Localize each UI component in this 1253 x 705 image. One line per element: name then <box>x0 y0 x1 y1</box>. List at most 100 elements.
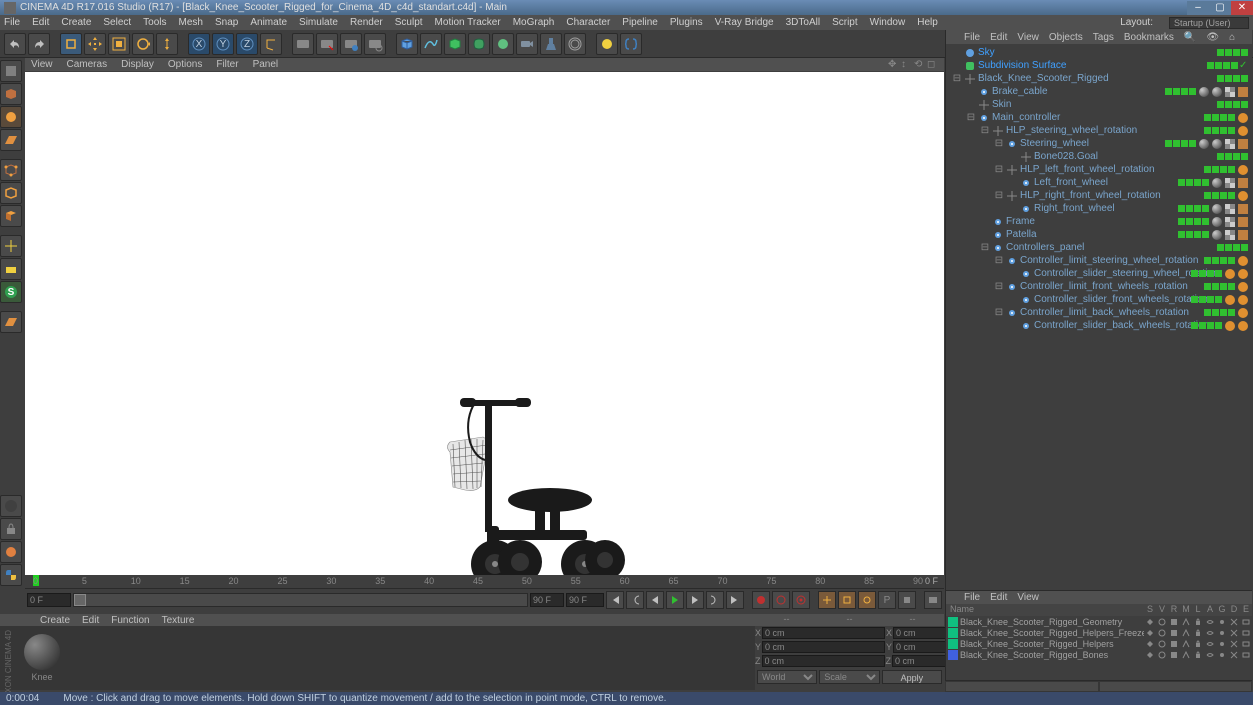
move-button[interactable] <box>84 33 106 55</box>
pos-field[interactable] <box>762 627 885 639</box>
menu-help[interactable]: Help <box>917 17 938 28</box>
tag-anim[interactable] <box>1225 295 1235 305</box>
keyframe-sel-button[interactable] <box>792 591 810 609</box>
obj-menu-bookmarks[interactable]: Bookmarks <box>1124 32 1174 43</box>
layer-toggle-l[interactable] <box>1192 628 1204 638</box>
view-nav-icon[interactable]: ✥ <box>888 59 899 70</box>
menu-pipeline[interactable]: Pipeline <box>622 17 658 28</box>
expand-toggle[interactable]: ⊟ <box>994 307 1004 318</box>
tag-mat[interactable] <box>1199 139 1209 149</box>
rot-key-button[interactable] <box>858 591 876 609</box>
camera-button[interactable] <box>516 33 538 55</box>
make-editable-button[interactable] <box>0 60 22 82</box>
tree-item[interactable]: ⊟HLP_right_front_wheel_rotation <box>946 189 1252 202</box>
view-rotate-icon[interactable]: ⟲ <box>914 59 925 70</box>
maximize-button[interactable]: ▢ <box>1209 1 1231 15</box>
next-key-button[interactable] <box>706 591 724 609</box>
view-menu-cameras[interactable]: Cameras <box>67 59 108 70</box>
menu-select[interactable]: Select <box>103 17 131 28</box>
cube-button[interactable] <box>396 33 418 55</box>
tag-anim[interactable] <box>1238 256 1248 266</box>
tag-mat[interactable] <box>1199 87 1209 97</box>
tree-item[interactable]: Frame <box>946 215 1252 228</box>
obj-menu-file[interactable]: File <box>964 32 980 43</box>
layer-toggle-r[interactable] <box>1168 639 1180 649</box>
script-button[interactable] <box>620 33 642 55</box>
layer-toggle-v[interactable] <box>1156 639 1168 649</box>
render-view-button[interactable] <box>292 33 314 55</box>
tree-item[interactable]: Skin <box>946 98 1252 111</box>
menu-simulate[interactable]: Simulate <box>299 17 338 28</box>
tag-tex[interactable] <box>1238 230 1248 240</box>
object-name[interactable]: Black_Knee_Scooter_Rigged <box>978 73 1252 84</box>
layer-toggle-m[interactable] <box>1180 617 1192 627</box>
spline-button[interactable] <box>420 33 442 55</box>
layer-color[interactable] <box>948 639 958 649</box>
range-total-field[interactable] <box>566 593 604 607</box>
expand-toggle[interactable]: ⊟ <box>994 164 1004 175</box>
object-name[interactable]: Sky <box>978 47 1252 58</box>
tree-item[interactable]: ⊟Controller_limit_front_wheels_rotation <box>946 280 1252 293</box>
tag-disp[interactable] <box>1225 230 1235 240</box>
layer-toggle-g[interactable] <box>1216 617 1228 627</box>
tree-item[interactable]: Controller_slider_front_wheels_rotation <box>946 293 1252 306</box>
z-axis-button[interactable]: Z <box>236 33 258 55</box>
layer-toggle-a[interactable] <box>1204 628 1216 638</box>
expand-toggle[interactable]: ⊟ <box>994 138 1004 149</box>
tag-anim[interactable] <box>1238 191 1248 201</box>
axis-enable-button[interactable] <box>0 235 22 257</box>
autokey-button[interactable] <box>772 591 790 609</box>
tag-anim[interactable] <box>1225 269 1235 279</box>
layer-color[interactable] <box>948 628 958 638</box>
obj-menu-tags[interactable]: Tags <box>1093 32 1114 43</box>
pla-key-button[interactable] <box>898 591 916 609</box>
view-menu-filter[interactable]: Filter <box>216 59 238 70</box>
obj-menu-view[interactable]: View <box>1017 32 1039 43</box>
layer-toggle-r[interactable] <box>1168 628 1180 638</box>
layer-toggle-m[interactable] <box>1180 650 1192 660</box>
rotate-button[interactable] <box>132 33 154 55</box>
expand-toggle[interactable]: ⊟ <box>994 190 1004 201</box>
expand-toggle[interactable]: ⊟ <box>980 125 990 136</box>
layer-name[interactable]: Black_Knee_Scooter_Rigged_Helpers_Freeze <box>960 628 1144 638</box>
mat-menu-function[interactable]: Function <box>111 615 149 626</box>
expand-toggle[interactable]: ⊟ <box>994 281 1004 292</box>
view-menu-panel[interactable]: Panel <box>253 59 279 70</box>
tree-item[interactable]: Controller_slider_back_wheels_rotation <box>946 319 1252 332</box>
tag-anim[interactable] <box>1238 165 1248 175</box>
layer-row[interactable]: Black_Knee_Scooter_Rigged_Helpers_Freeze <box>946 627 1252 638</box>
tag-anim[interactable] <box>1238 126 1248 136</box>
layer-scrollbar[interactable] <box>945 680 1252 692</box>
x-axis-button[interactable]: X <box>188 33 210 55</box>
layer-name[interactable]: Black_Knee_Scooter_Rigged_Bones <box>960 650 1144 660</box>
render-pv-button[interactable] <box>340 33 362 55</box>
workplane-button[interactable] <box>0 129 22 151</box>
tag-disp[interactable] <box>1225 178 1235 188</box>
tag-disp[interactable] <box>1225 139 1235 149</box>
tag-anim[interactable] <box>1238 295 1248 305</box>
layer-toggle-a[interactable] <box>1204 617 1216 627</box>
tag-mat[interactable] <box>1212 217 1222 227</box>
menu-v-ray-bridge[interactable]: V-Ray Bridge <box>715 17 774 28</box>
tree-item[interactable]: ⊟HLP_steering_wheel_rotation <box>946 124 1252 137</box>
obj-eye-icon[interactable]: 👁 <box>1206 32 1219 43</box>
tree-item[interactable]: Bone028.Goal <box>946 150 1252 163</box>
layer-toggle-s[interactable] <box>1144 617 1156 627</box>
tag-disp[interactable] <box>1225 217 1235 227</box>
snap-enable-button[interactable]: S <box>0 281 22 303</box>
render-region-button[interactable] <box>316 33 338 55</box>
point-mode-button[interactable] <box>0 159 22 181</box>
play-button[interactable] <box>666 591 684 609</box>
tree-item[interactable]: Right_front_wheel <box>946 202 1252 215</box>
lock-icon-button[interactable] <box>0 518 22 540</box>
goto-start-button[interactable] <box>606 591 624 609</box>
expand-toggle[interactable]: ⊟ <box>952 73 962 84</box>
pos-field[interactable] <box>762 655 885 667</box>
tree-item[interactable]: Brake_cable <box>946 85 1252 98</box>
menu-motion-tracker[interactable]: Motion Tracker <box>435 17 501 28</box>
layer-toggle-g[interactable] <box>1216 628 1228 638</box>
obj-search-icon[interactable]: 🔍 <box>1184 32 1196 43</box>
menu-snap[interactable]: Snap <box>215 17 238 28</box>
menu-3dtoall[interactable]: 3DToAll <box>786 17 820 28</box>
material-preview[interactable] <box>24 634 60 670</box>
